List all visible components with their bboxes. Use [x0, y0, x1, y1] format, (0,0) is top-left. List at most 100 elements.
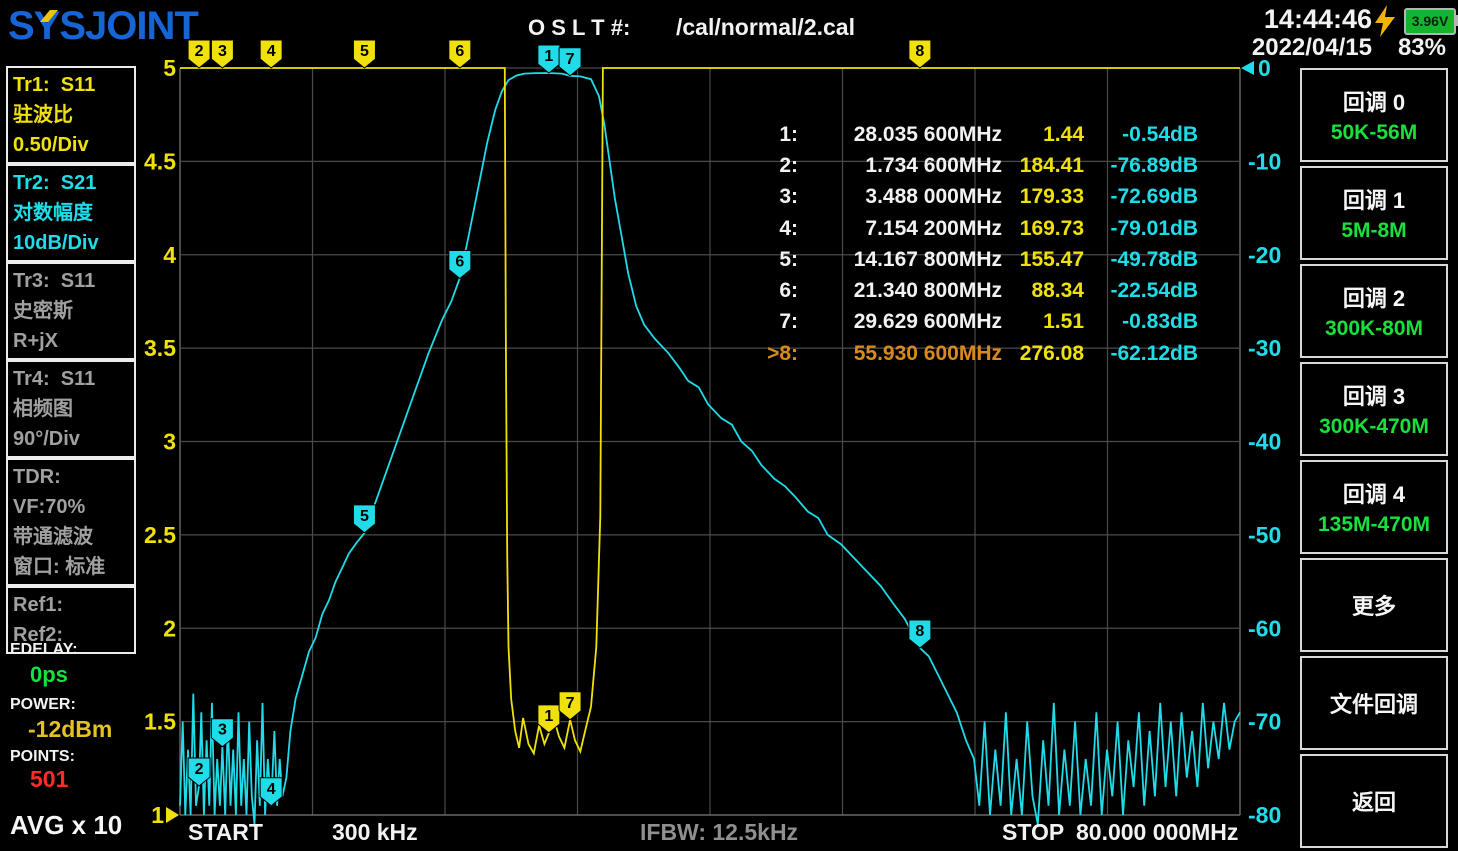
- right-axis-tick: -40: [1248, 429, 1281, 455]
- battery-percent: 83%: [1376, 34, 1446, 62]
- marker-row: 3: 3.488 000MHz 179.33 -72.69dB: [740, 182, 1200, 213]
- marker-row: 2: 1.734 600MHz 184.41 -76.89dB: [740, 150, 1200, 181]
- marker-swr-value: 1.51: [1002, 310, 1084, 334]
- vna-screen: 54.543.532.521.510-10-20-30-40-50-60-70-…: [0, 0, 1458, 851]
- points-value: 501: [30, 766, 68, 793]
- chart-canvas[interactable]: 54.543.532.521.510-10-20-30-40-50-60-70-…: [0, 0, 1458, 851]
- button-title: 返回: [1352, 785, 1396, 817]
- trace-title: Tr3: S11: [13, 266, 129, 296]
- marker-pin-swr-5-label: 5: [360, 43, 369, 60]
- marker-pin-s21-6-label: 6: [455, 253, 464, 270]
- button-title: 回调 3: [1343, 379, 1405, 411]
- marker-pin-swr-7-label: 7: [566, 695, 575, 712]
- clock-time: 14:44:46: [1172, 4, 1372, 35]
- button-range: 50K-56M: [1331, 121, 1417, 145]
- battery-voltage: 3.96V: [1406, 10, 1454, 33]
- cal-file-path[interactable]: /cal/normal/2.cal: [676, 14, 855, 41]
- start-label[interactable]: START: [188, 819, 263, 846]
- trace-title: Tr1: S11: [13, 70, 129, 100]
- marker-db-value: -72.69dB: [1084, 185, 1198, 209]
- marker-number: 4:: [740, 217, 798, 241]
- recall-1-button[interactable]: 回调 1 5M-8M: [1300, 166, 1448, 260]
- marker-pin-s21-4-label: 4: [267, 781, 276, 798]
- trace-box-tr1[interactable]: Tr1: S11 驻波比 0.50/Div: [6, 66, 136, 164]
- right-axis-tick: -50: [1248, 522, 1281, 548]
- marker-row: 6: 21.340 800MHz 88.34 -22.54dB: [740, 275, 1200, 306]
- marker-row-active: >8: 55.930 600MHz 276.08 -62.12dB: [740, 338, 1200, 369]
- marker-row: 4: 7.154 200MHz 169.73 -79.01dB: [740, 213, 1200, 244]
- marker-swr-value: 179.33: [1002, 185, 1084, 209]
- recall-4-button[interactable]: 回调 4 135M-470M: [1300, 460, 1448, 554]
- ref1-label: Ref1:: [13, 590, 129, 620]
- file-recall-button[interactable]: 文件回调: [1300, 656, 1448, 750]
- marker-row: 1: 28.035 600MHz 1.44 -0.54dB: [740, 119, 1200, 150]
- left-axis-tick: 3.5: [144, 335, 176, 361]
- marker-frequency: 3.488 000MHz: [798, 185, 1002, 209]
- points-label: POINTS:: [10, 748, 75, 766]
- edelay-label: EDELAY:: [10, 641, 78, 659]
- marker-pin-s21-1-label: 1: [544, 48, 553, 65]
- recall-2-button[interactable]: 回调 2 300K-80M: [1300, 264, 1448, 358]
- marker-pin-s21-3-label: 3: [218, 722, 227, 739]
- marker-frequency: 29.629 600MHz: [798, 310, 1002, 334]
- trace-scale: 0.50/Div: [13, 130, 129, 160]
- recall-0-button[interactable]: 回调 0 50K-56M: [1300, 68, 1448, 162]
- trace-box-tr2[interactable]: Tr2: S21 对数幅度 10dB/Div: [6, 164, 136, 262]
- tdr-title: TDR:: [13, 462, 129, 492]
- marker-db-value: -49.78dB: [1084, 248, 1198, 272]
- marker-number: 1:: [740, 123, 798, 147]
- marker-table: 1: 28.035 600MHz 1.44 -0.54dB 2: 1.734 6…: [740, 119, 1200, 369]
- marker-pin-s21-7-label: 7: [566, 51, 575, 68]
- trace-scale: 10dB/Div: [13, 228, 129, 258]
- tdr-window: 窗口: 标准: [13, 552, 129, 582]
- right-axis-tick: -70: [1248, 709, 1281, 735]
- back-button[interactable]: 返回: [1300, 754, 1448, 848]
- marker-number: 6:: [740, 279, 798, 303]
- button-range: 135M-470M: [1318, 513, 1430, 537]
- marker-pin-swr-1-label: 1: [544, 708, 553, 725]
- clock-date: 2022/04/15: [1172, 34, 1372, 62]
- marker-swr-value: 276.08: [1002, 342, 1084, 366]
- marker-swr-value: 155.47: [1002, 248, 1084, 272]
- button-range: 5M-8M: [1341, 219, 1406, 243]
- ifbw-value[interactable]: IFBW: 12.5kHz: [640, 819, 798, 846]
- avg-label: AVG x 10: [10, 810, 122, 841]
- cal-status-label: O S L T #:: [528, 15, 630, 41]
- marker-frequency: 28.035 600MHz: [798, 123, 1002, 147]
- trace-scale: R+jX: [13, 326, 129, 356]
- trace-format: 相频图: [13, 394, 129, 424]
- button-title: 回调 0: [1343, 85, 1405, 117]
- marker-pin-swr-3-label: 3: [218, 43, 227, 60]
- edelay-value: 0ps: [30, 662, 68, 688]
- swr-ref-triangle-icon: [166, 807, 179, 823]
- marker-db-value: -0.54dB: [1084, 123, 1198, 147]
- left-axis-tick: 4.5: [144, 148, 176, 174]
- button-title: 回调 4: [1343, 477, 1405, 509]
- marker-frequency: 7.154 200MHz: [798, 217, 1002, 241]
- trace-scale: 90°/Div: [13, 424, 129, 454]
- button-title: 更多: [1352, 589, 1396, 621]
- trace-box-tr4[interactable]: Tr4: S11 相频图 90°/Div: [6, 360, 136, 458]
- right-axis-tick: -60: [1248, 615, 1281, 641]
- stop-label[interactable]: STOP: [1002, 819, 1064, 846]
- start-value[interactable]: 300 kHz: [332, 819, 418, 846]
- marker-swr-value: 1.44: [1002, 123, 1084, 147]
- left-axis-tick: 2: [163, 615, 176, 641]
- right-axis-tick: -30: [1248, 335, 1281, 361]
- marker-db-value: -0.83dB: [1084, 310, 1198, 334]
- marker-frequency: 1.734 600MHz: [798, 154, 1002, 178]
- left-axis-tick: 5: [163, 55, 176, 81]
- tdr-box[interactable]: TDR: VF:70% 带通滤波 窗口: 标准: [6, 458, 136, 586]
- button-title: 回调 1: [1343, 183, 1405, 215]
- stop-value[interactable]: 80.000 000MHz: [1076, 819, 1238, 846]
- tdr-filter: 带通滤波: [13, 522, 129, 552]
- left-axis-tick: 1.5: [144, 709, 176, 735]
- tdr-vf: VF:70%: [13, 492, 129, 522]
- marker-swr-value: 88.34: [1002, 279, 1084, 303]
- recall-3-button[interactable]: 回调 3 300K-470M: [1300, 362, 1448, 456]
- more-button[interactable]: 更多: [1300, 558, 1448, 652]
- trace-title: Tr2: S21: [13, 168, 129, 198]
- trace-box-tr3[interactable]: Tr3: S11 史密斯 R+jX: [6, 262, 136, 360]
- battery-icon: 3.96V: [1404, 8, 1456, 35]
- left-axis-tick: 1: [151, 802, 164, 828]
